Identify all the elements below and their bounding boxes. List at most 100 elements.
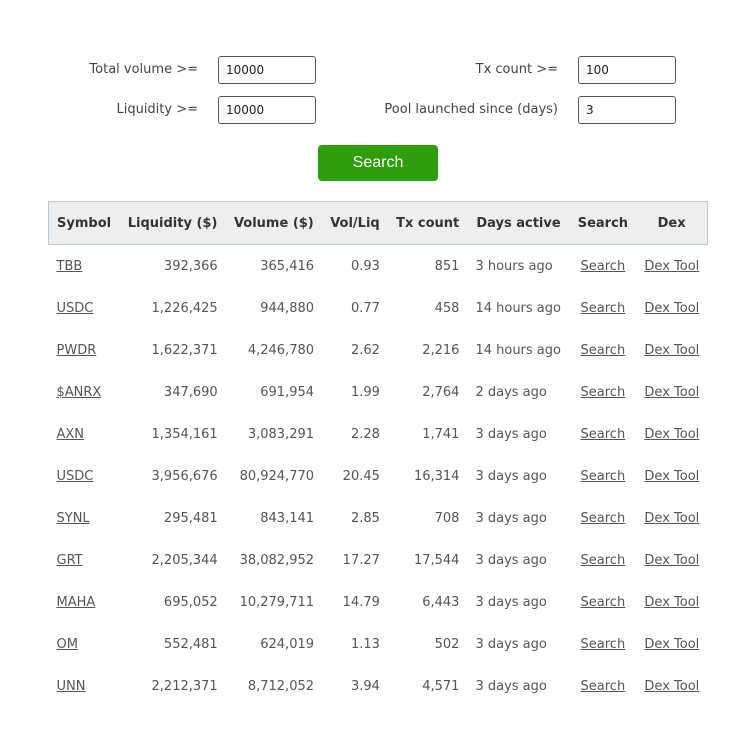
table-row: USDC 1,226,425 944,880 0.77 458 14 hours ago S… xyxy=(49,287,708,329)
table-row: TBB 392,366 365,416 0.93 851 3 hours ago Searc… xyxy=(49,245,708,288)
search-link[interactable]: Search xyxy=(581,511,626,526)
search-link[interactable]: Search xyxy=(581,469,626,484)
volume-cell: 944,880 xyxy=(260,300,315,316)
days-active-cell: 3 days ago xyxy=(475,552,547,568)
search-link[interactable]: Search xyxy=(581,679,626,694)
search-link[interactable]: Search xyxy=(581,553,626,568)
symbol-link[interactable]: SYNL xyxy=(57,511,90,526)
col-dex: Dex xyxy=(636,201,709,245)
liquidity-cell: 552,481 xyxy=(163,636,218,652)
volume-cell: 38,082,952 xyxy=(239,552,315,568)
tx-count-cell: 17,544 xyxy=(413,552,460,568)
search-link[interactable]: Search xyxy=(581,385,626,400)
tx-count-cell: 6,443 xyxy=(422,594,460,610)
dex-tool-link[interactable]: Dex Tool xyxy=(644,259,699,274)
search-link[interactable]: Search xyxy=(581,343,626,358)
search-link[interactable]: Search xyxy=(581,595,626,610)
symbol-cell: GRT xyxy=(49,539,120,581)
symbol-link[interactable]: PWDR xyxy=(57,343,97,358)
dex-tool-link[interactable]: Dex Tool xyxy=(644,385,699,400)
vol-liq-cell: 2.62 xyxy=(350,342,380,358)
days-active-cell: 3 days ago xyxy=(475,594,547,610)
tx-count-cell: 1,741 xyxy=(422,426,460,442)
symbol-link[interactable]: UNN xyxy=(57,679,86,694)
volume-cell: 624,019 xyxy=(260,636,315,652)
volume-cell: 365,416 xyxy=(260,258,315,274)
table-row: SYNL 295,481 843,141 2.85 708 3 days ago Searc… xyxy=(49,497,708,539)
tx-count-cell: 851 xyxy=(434,258,460,274)
dex-tool-link[interactable]: Dex Tool xyxy=(644,343,699,358)
dex-tool-cell: Dex Tool xyxy=(636,371,707,413)
tx-count-cell: 2,216 xyxy=(422,342,460,358)
tx-count-input[interactable] xyxy=(578,56,676,84)
symbol-cell: AXN xyxy=(49,413,120,455)
col-tx-count: Tx count xyxy=(387,201,468,245)
symbol-cell: TBB xyxy=(49,245,120,288)
symbol-cell: MAHA xyxy=(49,581,120,623)
dex-tool-link[interactable]: Dex Tool xyxy=(644,469,699,484)
search-link[interactable]: Search xyxy=(581,427,626,442)
filter-form: Total volume >= Liquidity >= Tx count >=… xyxy=(0,0,744,200)
symbol-link[interactable]: AXN xyxy=(57,427,85,442)
dex-tool-link[interactable]: Dex Tool xyxy=(644,553,699,568)
table-row: AXN 1,354,161 3,083,291 2.28 1,741 3 days ago… xyxy=(49,413,708,455)
liquidity-cell: 392,366 xyxy=(163,258,218,274)
dex-tool-link[interactable]: Dex Tool xyxy=(644,637,699,652)
liquidity-cell: 347,690 xyxy=(163,384,218,400)
vol-liq-cell: 20.45 xyxy=(342,468,380,484)
days-active-cell: 14 hours ago xyxy=(475,342,561,358)
liquidity-cell: 1,354,161 xyxy=(151,426,218,442)
dex-tool-cell: Dex Tool xyxy=(636,287,707,329)
pool-launched-input[interactable] xyxy=(578,96,676,124)
dex-tool-cell: Dex Tool xyxy=(636,329,707,371)
symbol-link[interactable]: USDC xyxy=(57,469,94,484)
search-cell: Search xyxy=(570,665,637,707)
table-header-row: Symbol Liquidity ($) Volume ($) Vol/Liq … xyxy=(48,201,709,245)
dex-tool-cell: Dex Tool xyxy=(636,497,707,539)
search-cell: Search xyxy=(570,287,637,329)
symbol-link[interactable]: TBB xyxy=(57,259,83,274)
vol-liq-cell: 17.27 xyxy=(342,552,380,568)
vol-liq-cell: 14.79 xyxy=(342,594,380,610)
total-volume-input[interactable] xyxy=(218,56,316,84)
col-search: Search xyxy=(569,201,637,245)
tx-count-label: Tx count >= xyxy=(475,62,558,77)
dex-tool-link[interactable]: Dex Tool xyxy=(644,595,699,610)
vol-liq-cell: 1.99 xyxy=(350,384,380,400)
symbol-cell: USDC xyxy=(49,287,120,329)
vol-liq-cell: 0.93 xyxy=(350,258,380,274)
col-symbol: Symbol xyxy=(48,201,120,245)
dex-tool-cell: Dex Tool xyxy=(636,413,707,455)
tx-count-cell: 16,314 xyxy=(413,468,460,484)
dex-tool-link[interactable]: Dex Tool xyxy=(644,511,699,526)
liquidity-input[interactable] xyxy=(218,96,316,124)
dex-tool-cell: Dex Tool xyxy=(636,623,707,665)
dex-tool-cell: Dex Tool xyxy=(636,455,707,497)
days-active-cell: 3 days ago xyxy=(475,636,547,652)
search-cell: Search xyxy=(570,329,637,371)
col-vol-liq: Vol/Liq xyxy=(322,201,388,245)
symbol-link[interactable]: GRT xyxy=(57,553,83,568)
search-cell: Search xyxy=(570,245,637,288)
symbol-link[interactable]: USDC xyxy=(57,301,94,316)
symbol-link[interactable]: MAHA xyxy=(57,595,96,610)
days-active-cell: 2 days ago xyxy=(475,384,547,400)
vol-liq-cell: 0.77 xyxy=(350,300,380,316)
vol-liq-cell: 1.13 xyxy=(350,636,380,652)
search-link[interactable]: Search xyxy=(581,301,626,316)
dex-tool-link[interactable]: Dex Tool xyxy=(644,679,699,694)
dex-tool-link[interactable]: Dex Tool xyxy=(644,427,699,442)
days-active-cell: 3 hours ago xyxy=(475,258,553,274)
total-volume-label: Total volume >= xyxy=(89,62,198,77)
pool-launched-label: Pool launched since (days) xyxy=(384,102,558,117)
liquidity-label: Liquidity >= xyxy=(116,102,198,117)
search-link[interactable]: Search xyxy=(581,637,626,652)
symbol-link[interactable]: $ANRX xyxy=(57,385,102,400)
dex-tool-link[interactable]: Dex Tool xyxy=(644,301,699,316)
vol-liq-cell: 2.85 xyxy=(350,510,380,526)
table-row: OM 552,481 624,019 1.13 502 3 days ago Search D… xyxy=(49,623,708,665)
search-link[interactable]: Search xyxy=(581,259,626,274)
vol-liq-cell: 2.28 xyxy=(350,426,380,442)
symbol-link[interactable]: OM xyxy=(57,637,78,652)
search-button[interactable]: Search xyxy=(318,145,438,181)
